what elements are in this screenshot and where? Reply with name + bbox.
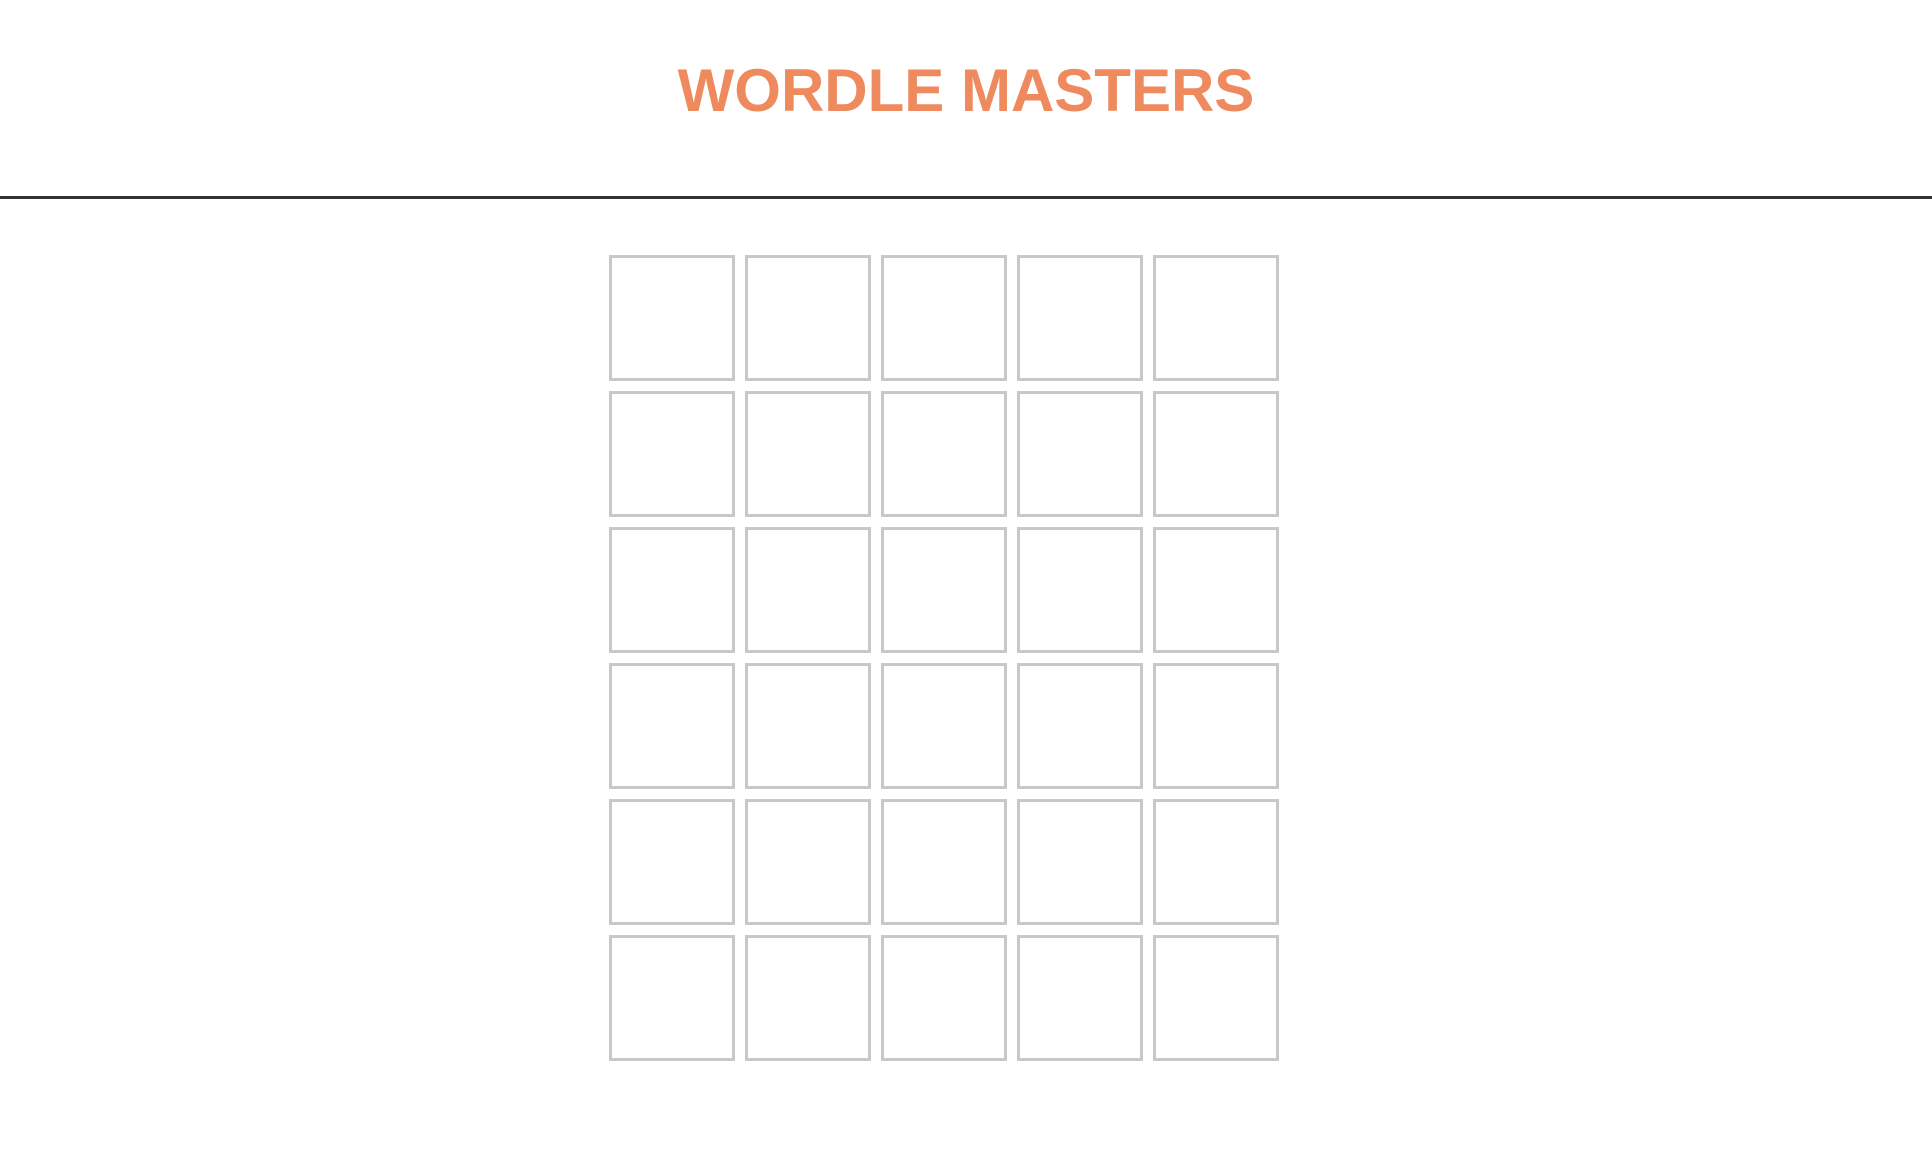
letter-tile	[1017, 255, 1143, 381]
letter-tile	[745, 935, 871, 1061]
letter-tile	[609, 663, 735, 789]
letter-tile	[881, 255, 1007, 381]
letter-tile	[609, 527, 735, 653]
letter-tile	[1153, 935, 1279, 1061]
letter-tile	[609, 391, 735, 517]
letter-tile	[745, 255, 871, 381]
letter-tile	[609, 255, 735, 381]
letter-tile	[1017, 663, 1143, 789]
letter-tile	[881, 527, 1007, 653]
letter-tile	[1017, 391, 1143, 517]
letter-tile	[609, 799, 735, 925]
letter-tile	[609, 935, 735, 1061]
letter-tile	[881, 935, 1007, 1061]
header: WORDLE MASTERS	[0, 0, 1932, 199]
letter-tile	[1153, 663, 1279, 789]
letter-tile	[1153, 391, 1279, 517]
letter-tile	[1017, 799, 1143, 925]
letter-tile	[881, 799, 1007, 925]
letter-tile	[745, 799, 871, 925]
letter-tile	[1017, 527, 1143, 653]
game-board	[609, 255, 1284, 1061]
letter-tile	[881, 663, 1007, 789]
letter-tile	[1153, 255, 1279, 381]
letter-tile	[1153, 799, 1279, 925]
letter-tile	[1153, 527, 1279, 653]
game-title: WORDLE MASTERS	[677, 57, 1255, 124]
letter-tile	[1017, 935, 1143, 1061]
letter-tile	[745, 391, 871, 517]
letter-tile	[881, 391, 1007, 517]
letter-tile	[745, 527, 871, 653]
letter-tile	[745, 663, 871, 789]
